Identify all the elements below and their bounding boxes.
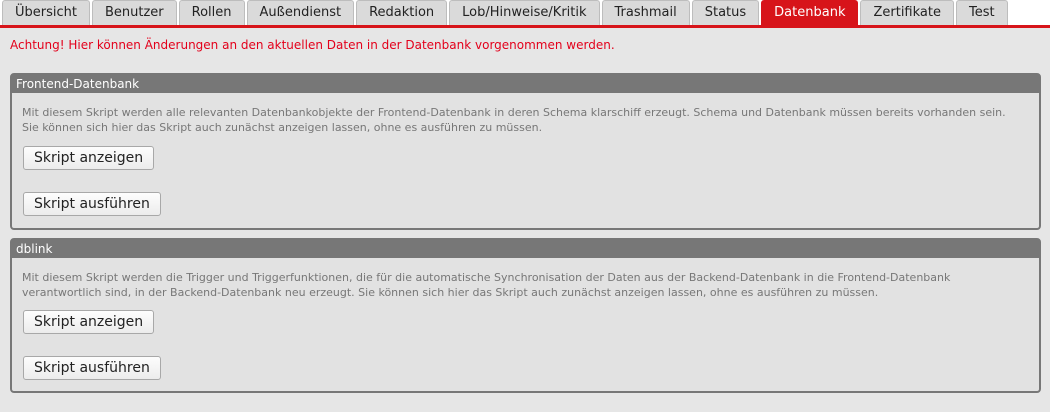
tab-redaktion[interactable]: Redaktion: [356, 0, 448, 25]
panel-title: dblink: [12, 240, 1039, 258]
tab-zertifikate[interactable]: Zertifikate: [860, 0, 954, 25]
tab-rollen[interactable]: Rollen: [178, 0, 245, 25]
tab-test[interactable]: Test: [955, 0, 1008, 25]
page: Übersicht Benutzer Rollen Außendienst Re…: [0, 0, 1050, 412]
panel-title: Frontend-Datenbank: [12, 75, 1039, 93]
panel-description: Mit diesem Skript werden alle relevanten…: [22, 106, 1006, 134]
tab-bar: Übersicht Benutzer Rollen Außendienst Re…: [0, 0, 1050, 25]
panel-frontend-datenbank: Frontend-Datenbank Mit diesem Skript wer…: [10, 73, 1041, 230]
tab-benutzer[interactable]: Benutzer: [91, 0, 177, 25]
tab-datenbank[interactable]: Datenbank: [761, 0, 859, 25]
tab-underline: [0, 25, 1050, 28]
tab-list: Übersicht Benutzer Rollen Außendienst Re…: [2, 0, 1010, 25]
tab-lob-hinweise-kritik[interactable]: Lob/Hinweise/Kritik: [449, 0, 600, 25]
tab-aussendienst[interactable]: Außendienst: [246, 0, 355, 25]
warning-message: Achtung! Hier können Änderungen an den a…: [10, 38, 615, 52]
tab-trashmail[interactable]: Trashmail: [601, 0, 690, 25]
show-script-button[interactable]: Skript anzeigen: [23, 146, 155, 170]
tab-status[interactable]: Status: [691, 0, 760, 25]
show-script-button[interactable]: Skript anzeigen: [23, 310, 155, 334]
run-script-button[interactable]: Skript ausführen: [23, 192, 161, 216]
panel-dblink: dblink Mit diesem Skript werden die Trig…: [10, 238, 1041, 393]
panel-description: Mit diesem Skript werden die Trigger und…: [22, 271, 951, 299]
tab-uebersicht[interactable]: Übersicht: [2, 0, 90, 25]
run-script-button[interactable]: Skript ausführen: [23, 356, 161, 380]
